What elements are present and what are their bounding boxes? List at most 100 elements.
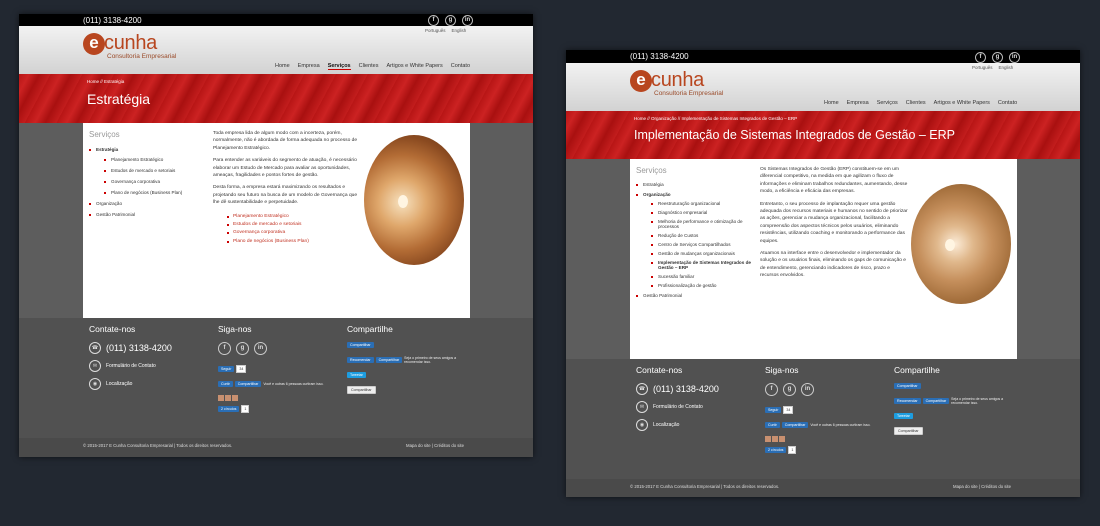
avatar [779, 436, 785, 442]
main-nav: Home Empresa Serviços Clientes Artigos e… [824, 100, 1017, 106]
linkedin-icon[interactable]: in [462, 15, 473, 26]
site-footer: Contate-nos ☎ (011) 3138-4200 ✉ Formulário… [566, 359, 1080, 479]
sidebar-subitem[interactable]: Gestão de mudanças organizacionais [651, 251, 751, 256]
sitemap-link[interactable]: Mapa do site [406, 443, 431, 448]
like-button[interactable]: Curtir [765, 422, 780, 428]
nav-empresa[interactable]: Empresa [847, 100, 869, 106]
nautilus-shell-image [364, 135, 464, 265]
logo-word: cunha [104, 32, 157, 54]
facebook-icon[interactable]: f [428, 15, 439, 26]
lang-pt[interactable]: Português [425, 28, 446, 33]
gplus-share-button[interactable]: Compartilhar [894, 427, 923, 435]
linkedin-follow-button[interactable]: Seguir [218, 366, 235, 372]
facebook-icon[interactable]: f [765, 383, 778, 396]
sidebar-item-estrategia[interactable]: Estratégia Planejamento Estratégico Estu… [89, 147, 201, 195]
breadcrumb[interactable]: Home // Estratégia [87, 79, 124, 84]
sidebar-subitem[interactable]: Plano de negócios (Business Plan) [104, 190, 201, 195]
service-link[interactable]: Planejamento Estratégico [227, 213, 361, 221]
top-bar: (011) 3138-4200 f g in [19, 14, 533, 26]
share-button[interactable]: Compartilhar [781, 422, 809, 428]
header-phone: (011) 3138-4200 [630, 52, 689, 61]
share-button[interactable]: Compartilhar [234, 381, 262, 387]
nav-contato[interactable]: Contato [451, 63, 470, 70]
share-button[interactable]: Compartilhar [922, 398, 950, 404]
nav-clientes[interactable]: Clientes [359, 63, 379, 70]
nav-contato[interactable]: Contato [998, 100, 1017, 106]
credits-link[interactable]: Créditos do site [434, 443, 464, 448]
nav-clientes[interactable]: Clientes [906, 100, 926, 106]
sidebar-item-gestao[interactable]: Gestão Patrimonial [636, 293, 751, 298]
sidebar-subitem[interactable]: Reestruturação organizacional [651, 201, 751, 206]
tweet-button[interactable]: Tweetar [894, 413, 913, 419]
like-button[interactable]: Curtir [218, 381, 233, 387]
sidebar-subitem[interactable]: Profissionalização de gestão [651, 283, 751, 288]
linkedin-icon[interactable]: in [254, 342, 267, 355]
sidebar-subitem[interactable]: Sucessão familiar [651, 274, 751, 279]
nav-servicos[interactable]: Serviços [877, 100, 898, 106]
gplus-button[interactable]: 2 círculos [218, 406, 240, 412]
linkedin-share-button[interactable]: Compartilhar [894, 383, 921, 389]
service-link[interactable]: Plano de negócios (Business Plan) [227, 238, 361, 246]
sidebar-subitem[interactable]: Melhoria de performance e otimização de … [651, 219, 751, 229]
nav-artigos[interactable]: Artigos e White Papers [387, 63, 443, 70]
footer-links: Mapa do site | Créditos do site [406, 443, 464, 448]
contact-form-link[interactable]: Formulário de Contato [106, 363, 156, 369]
linkedin-icon[interactable]: in [1009, 52, 1020, 63]
header-social: f g in [975, 52, 1020, 63]
sidebar-subitem-active[interactable]: Implementação de Sistemas Integrados de … [651, 260, 751, 270]
nav-servicos[interactable]: Serviços [327, 63, 351, 70]
sidebar-subitem[interactable]: Planejamento Estratégico [104, 157, 201, 162]
linkedin-share-button[interactable]: Compartilhar [347, 342, 374, 348]
gplus-share-button[interactable]: Compartilhar [347, 386, 376, 394]
google-plus-icon[interactable]: g [445, 15, 456, 26]
form-icon: ✉ [89, 360, 101, 372]
linkedin-follow-button[interactable]: Seguir [765, 407, 782, 413]
sidebar-subitem[interactable]: Redução de Custos [651, 233, 751, 238]
service-link[interactable]: Estudos de mercado e setoriais [227, 221, 361, 229]
google-plus-icon[interactable]: g [236, 342, 249, 355]
sidebar-item-organizacao[interactable]: Organização [89, 201, 201, 206]
credits-link[interactable]: Créditos do site [981, 484, 1011, 489]
paragraph: Toda empresa lida de algum modo com a in… [213, 131, 358, 151]
nav-artigos[interactable]: Artigos e White Papers [934, 100, 990, 106]
nav-home[interactable]: Home [824, 100, 839, 106]
breadcrumb[interactable]: Home // Organização // Implementação de … [634, 116, 797, 121]
sidebar-item-estrategia[interactable]: Estratégia [636, 182, 751, 187]
article-body: Os Sistemas Integrados de Gestão (ERP) c… [760, 166, 908, 285]
sitemap-link[interactable]: Mapa do site [953, 484, 978, 489]
share-button[interactable]: Compartilhar [375, 357, 403, 363]
contact-phone[interactable]: (011) 3138-4200 [653, 384, 719, 394]
linkedin-icon[interactable]: in [801, 383, 814, 396]
sidebar-subitem[interactable]: Governança corporativa [104, 179, 201, 184]
gplus-button[interactable]: 2 círculos [765, 447, 787, 453]
sidebar-title: Serviços [636, 166, 667, 175]
sidebar-subitem[interactable]: Centro de Serviços Compartilhados [651, 242, 751, 247]
location-link[interactable]: Localização [106, 381, 132, 387]
location-link[interactable]: Localização [653, 422, 679, 428]
contact-form-link[interactable]: Formulário de Contato [653, 404, 703, 410]
service-link[interactable]: Governança corporativa [227, 229, 361, 237]
lang-pt[interactable]: Português [972, 65, 993, 70]
nav-empresa[interactable]: Empresa [298, 63, 320, 70]
avatar [225, 395, 231, 401]
lang-en[interactable]: English [999, 65, 1014, 70]
lang-en[interactable]: English [452, 28, 467, 33]
contact-phone[interactable]: (011) 3138-4200 [106, 343, 172, 353]
main-nav: Home Empresa Serviços Clientes Artigos e… [275, 63, 470, 70]
tweet-button[interactable]: Tweetar [347, 372, 366, 378]
facebook-icon[interactable]: f [218, 342, 231, 355]
follow-count: 34 [783, 406, 794, 414]
sidebar-item-gestao[interactable]: Gestão Patrimonial [89, 212, 201, 217]
sidebar-subitem[interactable]: Diagnóstico empresarial [651, 210, 751, 215]
recommend-button[interactable]: Recomendar [894, 398, 921, 404]
nav-home[interactable]: Home [275, 63, 290, 70]
sidebar-subitem[interactable]: Estudos de mercado e setoriais [104, 168, 201, 173]
top-bar: (011) 3138-4200 f g in [566, 50, 1080, 63]
contact-title: Contate-nos [89, 324, 136, 334]
google-plus-icon[interactable]: g [783, 383, 796, 396]
sidebar-item-organizacao[interactable]: Organização Reestruturação organizaciona… [636, 192, 751, 288]
google-plus-icon[interactable]: g [992, 52, 1003, 63]
page-title: Implementação de Sistemas Integrados de … [634, 128, 956, 142]
recommend-button[interactable]: Recomendar [347, 357, 374, 363]
facebook-icon[interactable]: f [975, 52, 986, 63]
